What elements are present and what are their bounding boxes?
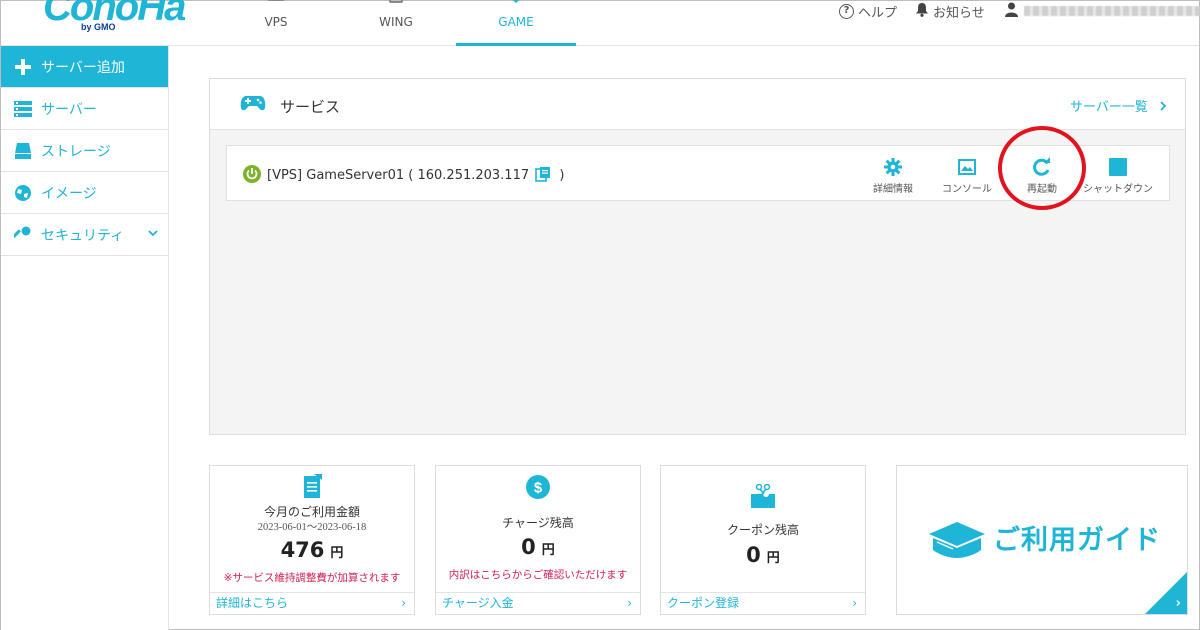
- tab-label: WING: [379, 15, 413, 29]
- usage-note: ※サービス維持調整費が加算されます: [223, 572, 401, 584]
- tab-game[interactable]: GAME: [456, 0, 576, 46]
- sidebar-item-label: ストレージ: [41, 143, 111, 160]
- usage-period: 2023-06-01～2023-06-18: [257, 522, 367, 533]
- chevron-right-icon: ›: [401, 596, 406, 610]
- plus-icon: [13, 58, 33, 76]
- coupon-amount: 0円: [661, 543, 865, 567]
- tab-label: GAME: [498, 15, 534, 29]
- image-icon: [13, 184, 33, 202]
- charge-title: チャージ残高: [502, 516, 574, 530]
- copy-icon[interactable]: [535, 166, 551, 186]
- shutdown-label: シャットダウン: [1083, 184, 1153, 195]
- usage-amount: 476 円: [210, 538, 414, 562]
- charge-amount-value: 0: [521, 535, 536, 559]
- usage-card: 今月のご利用金額 2023-06-01～2023-06-18 476 円 ※サービ…: [209, 465, 415, 615]
- chevron-down-icon[interactable]: [148, 227, 158, 240]
- console-label: コンソール: [942, 184, 992, 195]
- sidebar-item-label: サーバー: [41, 101, 97, 118]
- sidebar-item-label: セキュリティ: [41, 227, 125, 244]
- console-button[interactable]: コンソール: [925, 156, 1009, 195]
- detail-button[interactable]: 詳細情報: [851, 156, 935, 195]
- key-icon: [13, 226, 33, 244]
- invoice-icon: [210, 474, 414, 500]
- console-icon: [925, 156, 1009, 178]
- power-on-icon: [243, 165, 261, 183]
- notice-link[interactable]: お知らせ: [915, 1, 985, 21]
- tab-label: VPS: [264, 15, 288, 29]
- help-icon: ?: [839, 3, 854, 19]
- sidebar: サーバー追加 サーバー ストレージ イメージ セキュリティ: [1, 46, 169, 630]
- sidebar-item-server[interactable]: サーバー: [1, 88, 168, 130]
- notice-label: お知らせ: [933, 5, 985, 21]
- charge-amount-unit: 円: [541, 543, 555, 558]
- stop-icon: [1076, 156, 1160, 178]
- gear-icon: [851, 156, 935, 178]
- highlight-circle: [998, 126, 1086, 210]
- guide-card[interactable]: ご利用ガイド ›: [896, 465, 1188, 615]
- charge-card: $ チャージ残高 0円 内訳はこちらからご確認いただけます チャージ入金 ›: [435, 465, 641, 615]
- server-list-icon: [13, 100, 33, 117]
- server-list-link[interactable]: サーバー一覧: [1070, 96, 1167, 115]
- coupon-amount-value: 0: [746, 543, 761, 567]
- usage-detail-label: 詳細はこちら: [216, 596, 289, 610]
- charge-link-label: チャージ入金: [442, 596, 514, 610]
- coupon-icon: [661, 484, 865, 510]
- book-icon: [927, 518, 987, 564]
- server-name[interactable]: [VPS] GameServer01 ( 160.251.203.117 ): [267, 166, 564, 186]
- server-name-close: ): [559, 168, 565, 183]
- coupon-card: クーポン残高 0円 クーポン登録 ›: [660, 465, 866, 615]
- coupon-title: クーポン残高: [726, 523, 799, 537]
- service-title: サービス: [280, 98, 341, 116]
- charge-link[interactable]: チャージ入金 ›: [436, 592, 640, 614]
- server-name-label: [VPS] GameServer01 ( 160.251.203.117: [267, 168, 530, 183]
- gamepad-icon: [240, 94, 266, 116]
- guide-title: ご利用ガイド: [993, 525, 1161, 556]
- chevron-right-icon: ›: [627, 596, 632, 610]
- detail-label: 詳細情報: [873, 184, 913, 195]
- sidebar-item-add-server[interactable]: サーバー追加: [1, 46, 168, 88]
- usage-detail-link[interactable]: 詳細はこちら ›: [210, 592, 414, 614]
- storage-icon: [13, 142, 33, 159]
- tab-vps[interactable]: VPS: [216, 0, 336, 46]
- user-menu[interactable]: [1005, 1, 1200, 21]
- coupon-amount-unit: 円: [766, 551, 780, 566]
- usage-amount-unit: 円: [330, 546, 344, 561]
- game-icon: [506, 0, 526, 10]
- usage-title: 今月のご利用金額: [263, 505, 360, 519]
- shutdown-button[interactable]: シャットダウン: [1076, 156, 1160, 195]
- server-icon: [386, 0, 406, 10]
- top-header: ConoHa by GMO VPS WING GAME ? ヘルプ お知らせ: [1, 0, 1200, 46]
- coupon-register-link[interactable]: クーポン登録 ›: [661, 592, 865, 614]
- coupon-register-label: クーポン登録: [667, 596, 740, 610]
- sidebar-item-security[interactable]: セキュリティ: [1, 214, 168, 256]
- chevron-right-icon: ›: [852, 596, 857, 610]
- charge-amount: 0円: [436, 535, 640, 559]
- service-panel-header: サービス サーバー一覧: [210, 79, 1185, 130]
- chevron-right-icon: ›: [1175, 596, 1181, 611]
- usage-amount-value: 476: [280, 538, 325, 562]
- user-icon: [1005, 2, 1018, 21]
- server-list-link-label: サーバー一覧: [1069, 100, 1148, 115]
- help-link[interactable]: ? ヘルプ: [839, 1, 897, 21]
- user-email-redacted: [1024, 6, 1200, 16]
- sidebar-item-label: サーバー追加: [41, 59, 125, 76]
- sidebar-item-storage[interactable]: ストレージ: [1, 130, 168, 172]
- svg-text:$: $: [534, 480, 543, 497]
- bell-icon: [915, 2, 929, 21]
- dollar-icon: $: [436, 474, 640, 500]
- chevron-right-icon: [1160, 100, 1167, 115]
- sidebar-item-label: イメージ: [41, 185, 97, 202]
- sidebar-item-image[interactable]: イメージ: [1, 172, 168, 214]
- server-icon: [266, 0, 286, 10]
- help-label: ヘルプ: [858, 5, 898, 21]
- tab-wing[interactable]: WING: [336, 0, 456, 46]
- charge-note: 内訳はこちらからご確認いただけます: [448, 569, 628, 581]
- gmo-logo: by GMO: [81, 22, 116, 32]
